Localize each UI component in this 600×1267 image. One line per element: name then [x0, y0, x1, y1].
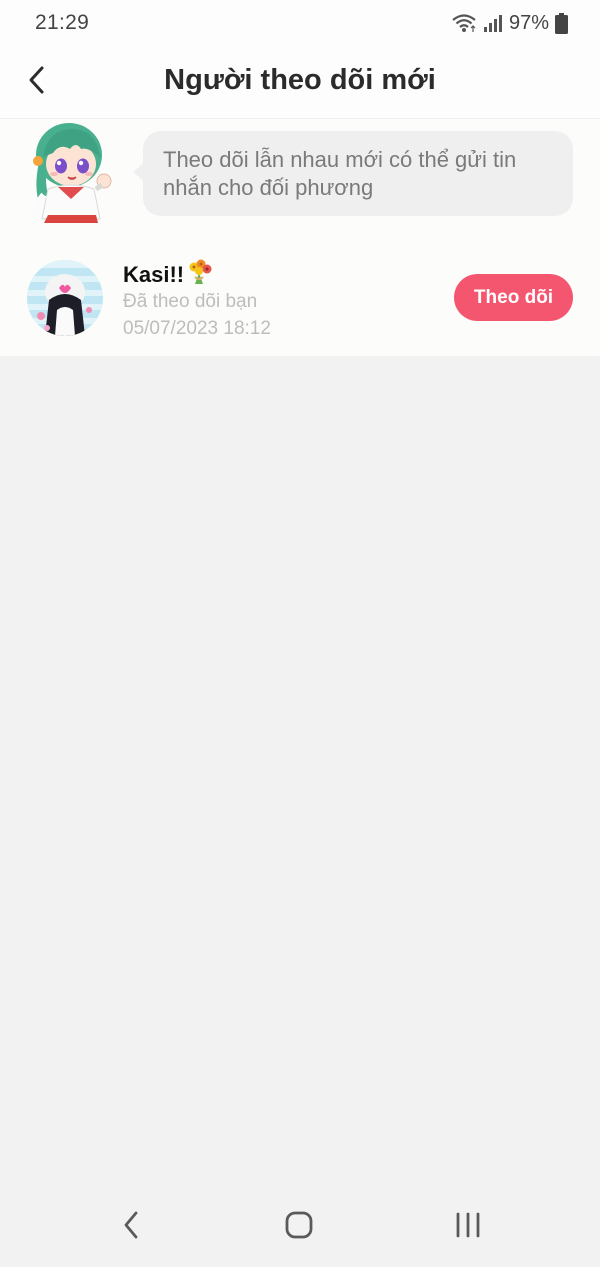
bubble-tail [133, 163, 144, 181]
tip-bubble: Theo dõi lẫn nhau mới có thể gửi tin nhắ… [133, 131, 573, 216]
nav-recents-icon [456, 1212, 480, 1238]
nav-back-button[interactable] [110, 1205, 154, 1245]
follow-button[interactable]: Theo dõi [454, 274, 573, 321]
nav-back-icon [124, 1211, 138, 1239]
follower-name[interactable]: Kasi!! [123, 259, 214, 291]
avatar[interactable] [27, 260, 103, 336]
status-bar: 21:29 97% [0, 0, 600, 46]
nav-home-icon [285, 1211, 313, 1239]
battery-icon [555, 12, 568, 34]
app-bar: Người theo dõi mới [0, 46, 600, 119]
status-time: 21:29 [35, 11, 90, 34]
battery-percent: 97% [508, 11, 549, 34]
nav-home-button[interactable] [277, 1205, 321, 1245]
follower-panel: Theo dõi lẫn nhau mới có thể gửi tin nhắ… [0, 119, 600, 356]
status-icons: 97% [451, 12, 568, 35]
flower-bouquet-icon [186, 259, 214, 291]
nav-recents-button[interactable] [446, 1205, 490, 1245]
tip-text: Theo dõi lẫn nhau mới có thể gửi tin nhắ… [163, 147, 517, 200]
wifi-icon [451, 13, 477, 33]
signal-icon [483, 13, 503, 33]
follow-timestamp: 05/07/2023 18:12 [123, 318, 271, 339]
system-nav-bar [0, 1183, 600, 1267]
follow-status: Đã theo dõi bạn [123, 291, 258, 312]
page-title: Người theo dõi mới [164, 64, 436, 96]
follower-row[interactable]: Kasi!! Đã theo dõi bạn 05/07/2023 18:12 … [0, 249, 600, 349]
mascot-illustration [26, 119, 116, 223]
follower-name-text: Kasi!! [123, 262, 185, 287]
